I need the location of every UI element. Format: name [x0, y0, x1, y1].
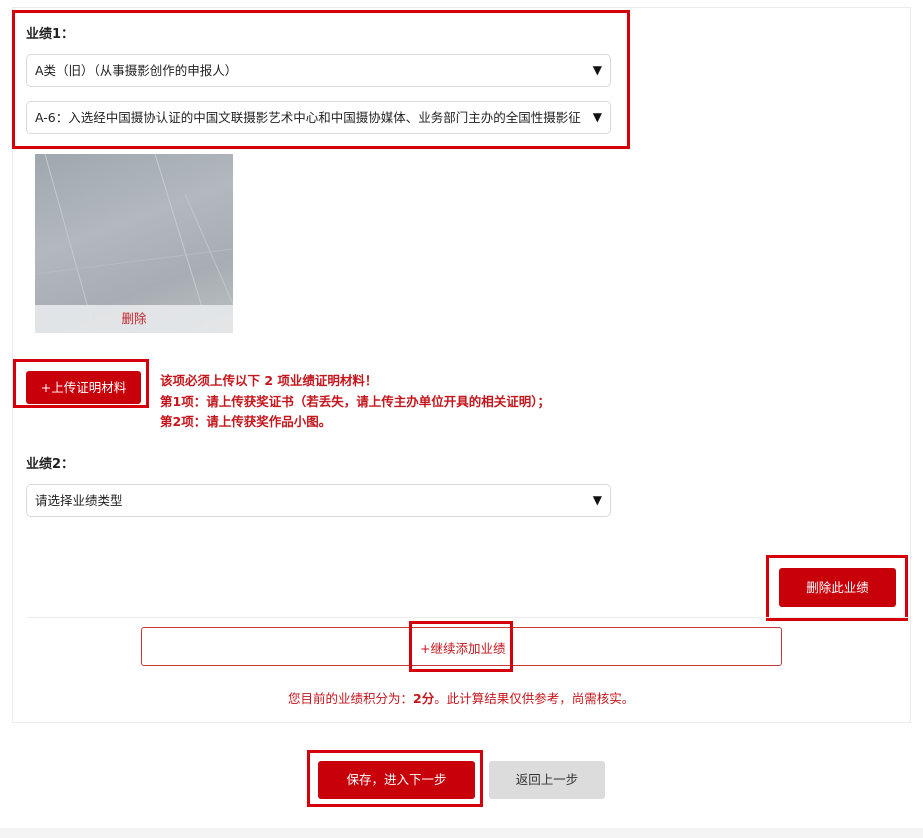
achievement-2-type-select[interactable]: 请选择业绩类型 ▼	[26, 484, 611, 517]
highlight-box-achievement-1	[12, 10, 630, 149]
notice-line-3: 第2项：请上传获奖作品小图。	[160, 414, 332, 429]
highlight-box-upload	[13, 359, 149, 408]
achievement-2-label: 业绩2：	[26, 457, 75, 472]
notice-line-1: 该项必须上传以下 2 项业绩证明材料！	[160, 373, 378, 388]
page-footer-strip	[0, 828, 923, 838]
score-suffix: 。此计算结果仅供参考，尚需核实。	[434, 691, 635, 706]
delete-image-button[interactable]: 删除	[35, 305, 233, 333]
back-button[interactable]: 返回上一步	[489, 761, 605, 799]
select-value: 请选择业绩类型	[35, 493, 123, 508]
score-prefix: 您目前的业绩积分为：	[288, 691, 414, 706]
score-summary: 您目前的业绩积分为：2分。此计算结果仅供参考，尚需核实。	[288, 688, 634, 707]
caret-down-icon: ▼	[592, 493, 602, 507]
highlight-box-delete	[766, 555, 908, 621]
highlight-box-add	[409, 621, 513, 672]
score-value: 2分	[413, 691, 435, 706]
notice-line-2: 第1项：请上传获奖证书（若丢失，请上传主办单位开具的相关证明）；	[160, 393, 550, 409]
highlight-box-save	[307, 750, 483, 807]
uploaded-image-thumbnail[interactable]: 删除	[35, 154, 233, 333]
divider	[26, 617, 910, 618]
upload-requirement-notice: 该项必须上传以下 2 项业绩证明材料！ 第1项：请上传获奖证书（若丢失，请上传主…	[160, 371, 550, 433]
